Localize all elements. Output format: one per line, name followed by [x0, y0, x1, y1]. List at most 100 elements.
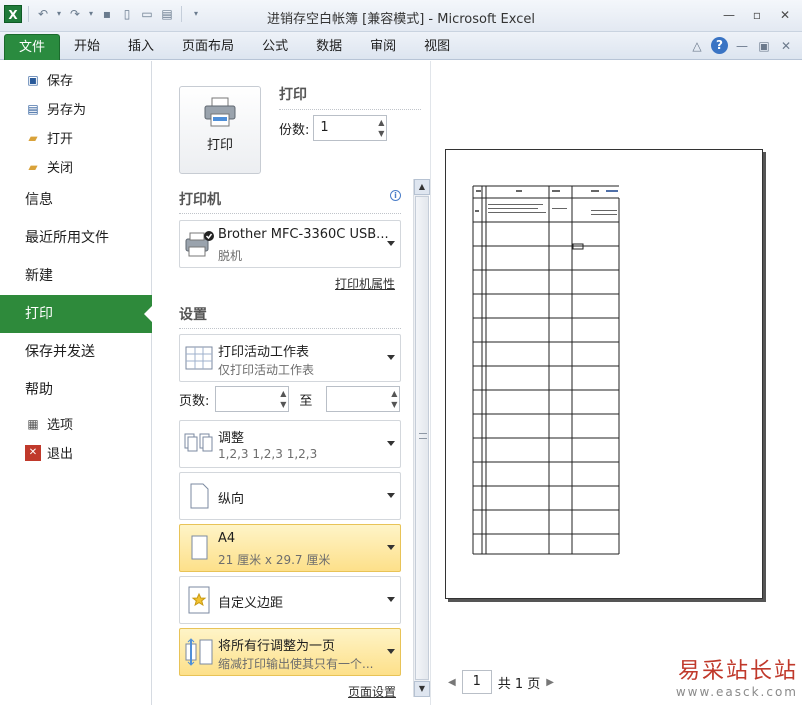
nav-save-as[interactable]: ▤ 另存为 — [0, 94, 151, 123]
print-button-label: 打印 — [206, 138, 233, 153]
nav-info[interactable]: 信息 — [0, 181, 151, 219]
next-page-icon[interactable]: ▶ — [546, 677, 554, 688]
site-watermark: 易采站长站 www.easck.com — [676, 653, 798, 699]
print-button[interactable]: 打印 — [179, 86, 261, 174]
chevron-down-icon — [387, 441, 395, 446]
print-preview-pane: ◀ 1 共 1 页 ▶ — [432, 61, 802, 705]
printer-properties-link[interactable]: 打印机属性 — [335, 275, 395, 292]
tab-data[interactable]: 数据 — [302, 34, 356, 60]
page-setup-link[interactable]: 页面设置 — [348, 683, 396, 700]
printer-icon — [204, 97, 236, 127]
orientation-dropdown[interactable]: 纵向 — [179, 472, 401, 520]
watermark-title: 易采站长站 — [677, 659, 798, 684]
print-heading: 打印 — [279, 84, 421, 110]
nav-save[interactable]: ▣ 保存 — [0, 65, 151, 94]
workbook-minimize-icon[interactable]: — — [734, 38, 750, 54]
options-icon: ▦ — [27, 416, 39, 431]
tab-formulas[interactable]: 公式 — [248, 34, 302, 60]
nav-help[interactable]: 帮助 — [0, 371, 151, 409]
nav-options[interactable]: ▦ 选项 — [0, 409, 151, 438]
pages-label: 页数: — [179, 393, 210, 409]
collate-dropdown[interactable]: 调整 1,2,3 1,2,3 1,2,3 — [179, 420, 401, 468]
previous-page-icon[interactable]: ◀ — [448, 677, 456, 688]
scaling-dropdown[interactable]: 将所有行调整为一页 缩减打印输出使其只有一个... — [179, 628, 401, 676]
title-bar: X ↶ ▾ ↷ ▾ ▪ ▯ ▭ ▤ ▾ 进销存空白帐簿 [兼容模式] - Mic… — [0, 0, 802, 32]
preview-sheet-thumbnail — [472, 185, 620, 555]
collate-title: 调整 — [218, 431, 245, 446]
orientation-title: 纵向 — [218, 492, 245, 507]
copies-row: 份数: 1 ▲ ▼ — [279, 115, 388, 141]
open-folder-icon: ▰ — [28, 130, 38, 145]
scroll-up-icon[interactable]: ▲ — [414, 179, 430, 195]
margins-title: 自定义边距 — [218, 596, 284, 611]
fit-rows-icon — [185, 638, 213, 666]
printer-dropdown[interactable]: Brother MFC-3360C USB... 脱机 — [179, 220, 401, 268]
tab-file[interactable]: 文件 — [4, 34, 61, 60]
tab-review[interactable]: 审阅 — [356, 34, 410, 60]
print-what-dropdown[interactable]: 打印活动工作表 仅打印活动工作表 — [179, 334, 401, 382]
paper-icon — [191, 535, 208, 560]
print-settings-panel: 打印 打印 份数: 1 ▲ ▼ 打印机 i Brother MFC-3360C U… — [153, 61, 431, 705]
paper-size-dropdown[interactable]: A4 21 厘米 x 29.7 厘米 — [179, 524, 401, 572]
nav-exit-label: 退出 — [47, 447, 74, 462]
nav-save-as-label: 另存为 — [47, 103, 87, 118]
restore-icon[interactable]: ▫ — [746, 6, 768, 24]
portrait-icon — [190, 483, 209, 509]
nav-open[interactable]: ▰ 打开 — [0, 123, 151, 152]
nav-open-label: 打开 — [47, 132, 74, 147]
page-navigator: ◀ 1 共 1 页 ▶ — [448, 670, 554, 694]
info-icon[interactable]: i — [390, 190, 401, 201]
tab-home[interactable]: 开始 — [60, 34, 114, 60]
nav-print[interactable]: 打印 — [0, 295, 152, 333]
ribbon-tab-bar: 文件 开始 插入 页面布局 公式 数据 审阅 视图 △ ? — ▣ ✕ — [0, 32, 802, 60]
nav-save-send[interactable]: 保存并发送 — [0, 333, 151, 371]
printer-heading: 打印机 i — [179, 189, 401, 214]
nav-exit[interactable]: ✕ 退出 — [0, 438, 151, 467]
scrollbar-thumb[interactable] — [415, 196, 429, 680]
pages-range-row: 页数: ▲ ▼ 至 ▲ ▼ — [179, 386, 401, 412]
copies-spinner[interactable]: 1 ▲ ▼ — [313, 115, 388, 141]
exit-icon: ✕ — [25, 444, 41, 461]
tab-insert[interactable]: 插入 — [114, 34, 168, 60]
total-pages-label: 共 1 页 — [497, 676, 541, 692]
pages-to-label: 至 — [299, 393, 313, 409]
preview-page — [445, 149, 763, 599]
save-icon: ▣ — [27, 72, 39, 87]
minimize-icon[interactable]: — — [718, 6, 740, 24]
window-controls: — ▫ ✕ — [718, 6, 796, 24]
pages-to-spin-arrows[interactable]: ▲ ▼ — [391, 388, 397, 410]
paper-size-title: A4 — [218, 531, 236, 546]
printer-icon — [185, 231, 214, 257]
collate-subtitle: 1,2,3 1,2,3 1,2,3 — [218, 447, 318, 461]
settings-scrollbar[interactable]: ▲ ▼ — [413, 179, 430, 697]
scroll-grip-icon — [419, 433, 427, 439]
nav-close-label: 关闭 — [47, 161, 74, 176]
chevron-down-icon — [387, 241, 395, 246]
tab-page-layout[interactable]: 页面布局 — [168, 34, 248, 60]
scroll-down-icon[interactable]: ▼ — [414, 681, 430, 697]
copies-value: 1 — [320, 120, 329, 135]
chevron-down-icon — [387, 493, 395, 498]
copies-spin-arrows[interactable]: ▲ ▼ — [378, 117, 384, 139]
chevron-down-icon — [387, 649, 395, 654]
nav-save-label: 保存 — [47, 74, 74, 89]
backstage-nav: ▣ 保存 ▤ 另存为 ▰ 打开 ▰ 关闭 信息 最近所用文件 新建 打印 保存并… — [0, 61, 152, 705]
worksheet-icon — [185, 346, 213, 370]
minimize-ribbon-icon[interactable]: △ — [689, 38, 705, 54]
nav-close[interactable]: ▰ 关闭 — [0, 152, 151, 181]
nav-recent[interactable]: 最近所用文件 — [0, 219, 151, 257]
workbook-close-icon[interactable]: ✕ — [778, 38, 794, 54]
help-icon[interactable]: ? — [711, 37, 728, 54]
close-folder-icon: ▰ — [28, 159, 38, 174]
current-page-input[interactable]: 1 — [461, 670, 492, 694]
close-icon[interactable]: ✕ — [774, 6, 796, 24]
nav-new[interactable]: 新建 — [0, 257, 151, 295]
pages-to-input[interactable]: ▲ ▼ — [326, 386, 401, 412]
margins-dropdown[interactable]: 自定义边距 — [179, 576, 401, 624]
printer-status: 脱机 — [218, 249, 243, 263]
workbook-restore-icon[interactable]: ▣ — [756, 38, 772, 54]
ribbon-right-controls: △ ? — ▣ ✕ — [689, 37, 794, 54]
tab-view[interactable]: 视图 — [410, 34, 464, 60]
pages-from-input[interactable]: ▲ ▼ — [215, 386, 290, 412]
pages-from-spin-arrows[interactable]: ▲ ▼ — [280, 388, 286, 410]
